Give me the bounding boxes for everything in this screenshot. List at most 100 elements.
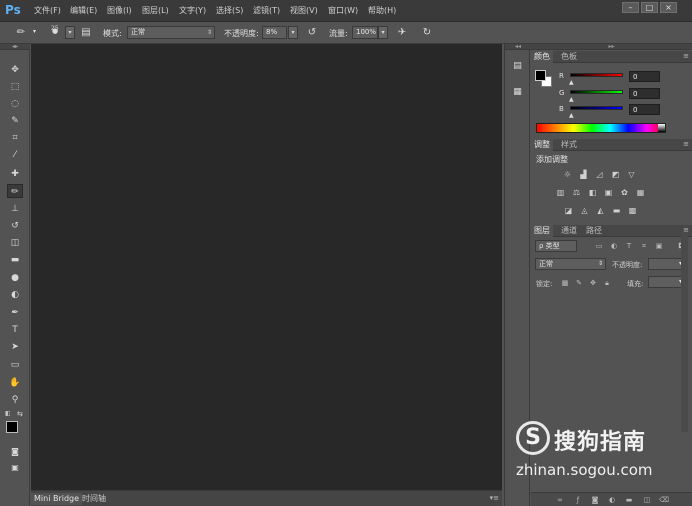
red-slider[interactable] [570,73,623,77]
pen-tool-icon[interactable]: ✒ [7,306,23,320]
new-group-icon[interactable]: ▬ [624,495,634,505]
tab-channels[interactable]: 通道 [558,225,580,237]
foreground-color-swatch[interactable] [6,421,18,433]
blue-slider-knob-icon[interactable]: ▲ [569,112,574,119]
lasso-tool-icon[interactable]: ◌ [7,97,23,111]
right-panel-collapse-handle[interactable]: ▸▸ [531,44,692,50]
levels-icon[interactable]: ▟ [578,170,589,179]
clone-stamp-tool-icon[interactable]: ⊥ [7,202,23,216]
posterize-icon[interactable]: ◬ [579,206,590,215]
layer-filter-type-select[interactable]: ρ 类型 [535,240,577,252]
black-white-ramp[interactable] [658,124,665,132]
swap-colors-icon[interactable]: ⇆ [17,410,23,418]
filter-shape-icon[interactable]: ⌗ [639,241,649,251]
exposure-icon[interactable]: ◩ [610,170,621,179]
menu-layer[interactable]: 图层(L) [142,5,169,16]
brush-preset-icon[interactable]: ✏ [14,26,28,40]
dock-collapse-handle[interactable]: ◂◂ [505,44,531,50]
lock-position-icon[interactable]: ✥ [588,278,598,288]
menu-image[interactable]: 图像(I) [107,5,132,16]
menu-help[interactable]: 帮助(H) [368,5,396,16]
type-tool-icon[interactable]: T [7,323,23,337]
new-layer-icon[interactable]: ◫ [642,495,652,505]
airbrush-icon[interactable]: ✈ [395,26,409,40]
menu-type[interactable]: 文字(Y) [179,5,206,16]
tools-collapse-handle[interactable]: ◂▸ [0,44,30,50]
black-white-icon[interactable]: ◧ [587,188,598,197]
threshold-icon[interactable]: ◭ [595,206,606,215]
color-spectrum-bar[interactable] [536,123,666,133]
lock-transparent-icon[interactable]: ▩ [560,278,570,288]
layer-opacity-input[interactable]: ▾ [648,258,685,270]
tab-paths[interactable]: 路径 [583,225,605,237]
red-value-input[interactable]: 0 [629,71,660,82]
minimize-button[interactable]: – [622,2,639,13]
tab-color[interactable]: 颜色 [531,51,553,63]
zoom-tool-icon[interactable]: ⚲ [7,393,23,407]
document-canvas-area[interactable] [31,44,502,490]
tab-styles[interactable]: 样式 [558,139,580,151]
eraser-tool-icon[interactable]: ◫ [7,236,23,250]
path-select-tool-icon[interactable]: ➤ [7,340,23,354]
selective-color-icon[interactable]: ▩ [627,206,638,215]
vibrance-icon[interactable]: ▽ [626,170,637,179]
tab-adjustments[interactable]: 调整 [531,139,553,151]
default-colors-icon[interactable]: ◧ [5,410,11,417]
channel-mixer-icon[interactable]: ✿ [619,188,630,197]
filter-smart-object-icon[interactable]: ▣ [654,241,664,251]
menu-select[interactable]: 选择(S) [216,5,243,16]
hue-saturation-icon[interactable]: ▥ [555,188,566,197]
pressure-opacity-icon[interactable]: ↺ [305,26,319,40]
mode-select[interactable]: 正常 ⇕ [127,26,215,39]
move-tool-icon[interactable]: ✥ [7,63,23,77]
flow-input[interactable]: 100% [352,26,378,39]
green-slider[interactable] [570,90,623,94]
tab-mini-bridge[interactable]: Mini Bridge [31,493,83,505]
close-button[interactable]: × [660,2,677,13]
lock-all-icon[interactable]: 🔒︎ [602,278,612,288]
history-brush-tool-icon[interactable]: ↺ [7,219,23,233]
screen-mode-icon[interactable]: ▣ [7,461,23,475]
flow-dropdown[interactable]: ▾ [378,26,388,39]
delete-layer-icon[interactable]: ⌫ [659,495,669,505]
opacity-input[interactable]: 8% [262,26,287,39]
bottom-panel-menu-icon[interactable]: ▾≡ [490,494,499,502]
layer-fill-input[interactable]: ▾ [648,276,685,288]
history-panel-icon[interactable]: ▤ [509,59,526,74]
quick-select-tool-icon[interactable]: ✎ [7,114,23,128]
menu-edit[interactable]: 编辑(E) [70,5,97,16]
layers-scrollbar[interactable] [681,232,688,432]
menu-filter[interactable]: 滤镜(T) [253,5,280,16]
tab-swatches[interactable]: 色板 [558,51,580,63]
green-slider-knob-icon[interactable]: ▲ [569,96,574,103]
menu-view[interactable]: 视图(V) [290,5,318,16]
marquee-tool-icon[interactable]: ⬚ [7,80,23,94]
red-slider-knob-icon[interactable]: ▲ [569,79,574,86]
lock-image-icon[interactable]: ✎ [574,278,584,288]
maximize-button[interactable]: □ [641,2,658,13]
menu-window[interactable]: 窗口(W) [328,5,358,16]
blue-value-input[interactable]: 0 [629,104,660,115]
tab-timeline[interactable]: 时间轴 [79,493,109,505]
link-layers-icon[interactable]: ∞ [555,495,565,505]
brightness-contrast-icon[interactable]: ☼ [562,170,573,179]
pressure-size-icon[interactable]: ↻ [420,26,434,40]
gradient-tool-icon[interactable]: ▬ [7,253,23,267]
blend-mode-select[interactable]: 正常 ⇕ [535,258,606,270]
filter-type-icon[interactable]: T [624,241,634,251]
add-mask-icon[interactable]: ◙ [590,495,600,505]
brush-size-dropdown[interactable]: ▾ [65,26,75,39]
new-adjustment-layer-icon[interactable]: ◐ [607,495,617,505]
color-foreground-swatch[interactable] [535,70,546,81]
filter-adjustment-icon[interactable]: ◐ [609,241,619,251]
menu-file[interactable]: 文件(F) [34,5,61,16]
rectangle-tool-icon[interactable]: ▭ [7,358,23,372]
color-balance-icon[interactable]: ⚖ [571,188,582,197]
healing-brush-tool-icon[interactable]: ✚ [7,167,23,181]
crop-tool-icon[interactable]: ⌗ [7,131,23,145]
color-panel-menu-icon[interactable]: ≡ [683,52,689,60]
green-value-input[interactable]: 0 [629,88,660,99]
eyedropper-tool-icon[interactable]: ⁄ [7,148,23,162]
quick-mask-icon[interactable]: ◙ [7,445,23,459]
filter-pixel-icon[interactable]: ▭ [594,241,604,251]
